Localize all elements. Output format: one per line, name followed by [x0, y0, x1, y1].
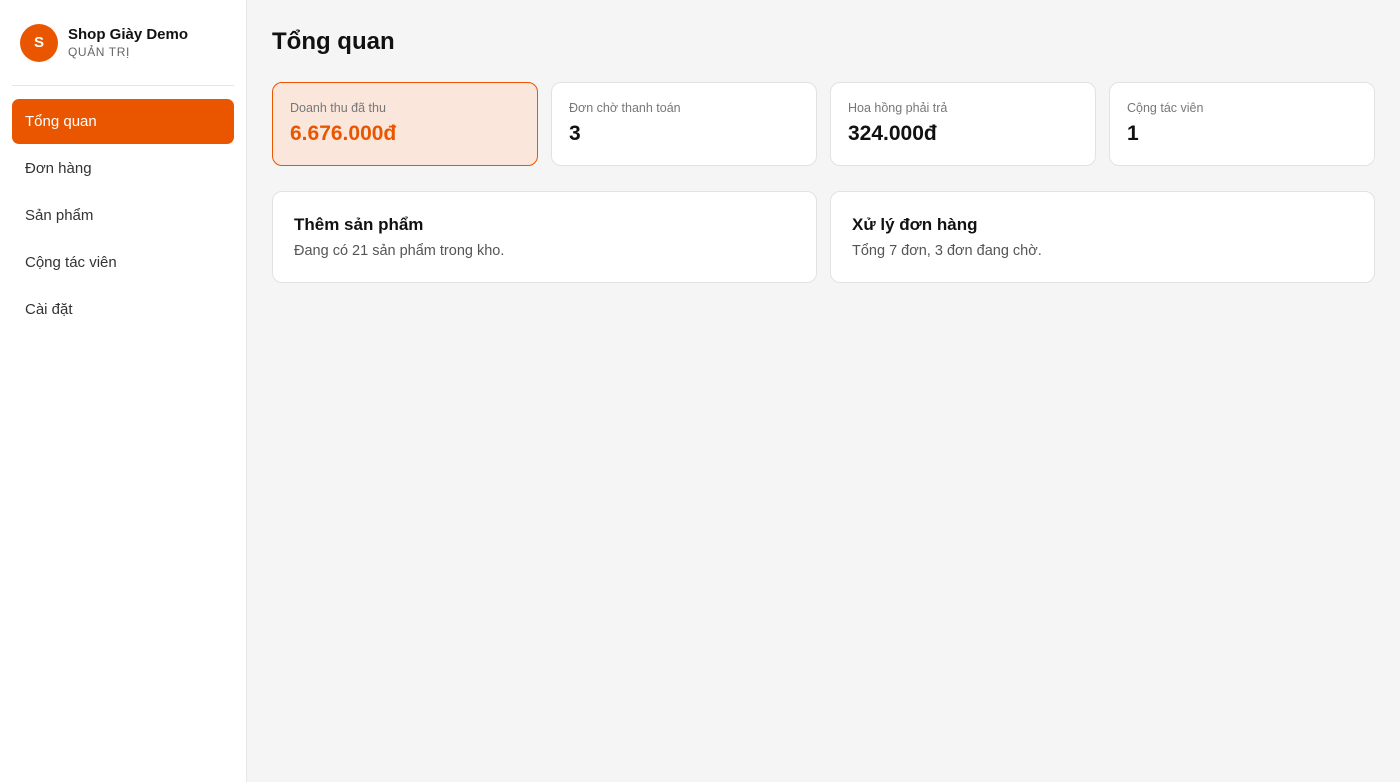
stat-value: 324.000đ [848, 122, 937, 145]
sidebar-item-orders[interactable]: Đơn hàng [12, 146, 234, 191]
sidebar-item-collaborators[interactable]: Cộng tác viên [12, 240, 234, 285]
sidebar-item-label: Cộng tác viên [25, 254, 117, 271]
app-root: S Shop Giày Demo QUẢN TRỊ Tổng quan Đơn … [0, 0, 1400, 782]
stat-label: Cộng tác viên [1127, 101, 1204, 115]
stat-value: 3 [569, 122, 581, 145]
action-desc: Tổng 7 đơn, 3 đơn đang chờ. [852, 243, 1042, 259]
brand-header: S Shop Giày Demo QUẢN TRỊ [12, 0, 234, 86]
sidebar-item-label: Cài đặt [25, 301, 73, 318]
process-orders-card[interactable]: Xử lý đơn hàng Tổng 7 đơn, 3 đơn đang ch… [830, 191, 1375, 283]
actions-row: Thêm sản phẩm Đang có 21 sản phẩm trong … [272, 191, 1375, 283]
stat-card-pending-orders: Đơn chờ thanh toán 3 [551, 82, 817, 166]
stat-label: Đơn chờ thanh toán [569, 101, 681, 115]
stat-value: 1 [1127, 122, 1139, 145]
stats-row: Doanh thu đã thu 6.676.000đ Đơn chờ than… [272, 82, 1375, 166]
stat-value: 6.676.000đ [290, 122, 397, 145]
sidebar-item-overview[interactable]: Tổng quan [12, 99, 234, 144]
sidebar-item-label: Tổng quan [25, 113, 97, 130]
avatar: S [20, 23, 58, 62]
stat-label: Hoa hồng phải trả [848, 101, 948, 115]
brand-text: Shop Giày Demo QUẢN TRỊ [68, 26, 188, 59]
action-title: Xử lý đơn hàng [852, 215, 978, 234]
page-title: Tổng quan [272, 28, 395, 55]
main-content: Tổng quan Doanh thu đã thu 6.676.000đ Đơ… [247, 0, 1400, 782]
sidebar-item-label: Sản phẩm [25, 207, 94, 224]
stat-card-collaborators: Cộng tác viên 1 [1109, 82, 1375, 166]
sidebar-nav: Tổng quan Đơn hàng Sản phẩm Cộng tác viê… [0, 86, 246, 332]
add-product-card[interactable]: Thêm sản phẩm Đang có 21 sản phẩm trong … [272, 191, 817, 283]
brand-role: QUẢN TRỊ [68, 45, 130, 59]
stat-label: Doanh thu đã thu [290, 101, 386, 115]
sidebar: S Shop Giày Demo QUẢN TRỊ Tổng quan Đơn … [0, 0, 247, 782]
action-title: Thêm sản phẩm [294, 215, 424, 234]
stat-card-revenue: Doanh thu đã thu 6.676.000đ [272, 82, 538, 166]
sidebar-item-label: Đơn hàng [25, 160, 92, 177]
sidebar-item-products[interactable]: Sản phẩm [12, 193, 234, 238]
stat-card-commission: Hoa hồng phải trả 324.000đ [830, 82, 1096, 166]
action-desc: Đang có 21 sản phẩm trong kho. [294, 243, 505, 259]
brand-name: Shop Giày Demo [68, 26, 189, 43]
sidebar-item-settings[interactable]: Cài đặt [12, 287, 234, 332]
